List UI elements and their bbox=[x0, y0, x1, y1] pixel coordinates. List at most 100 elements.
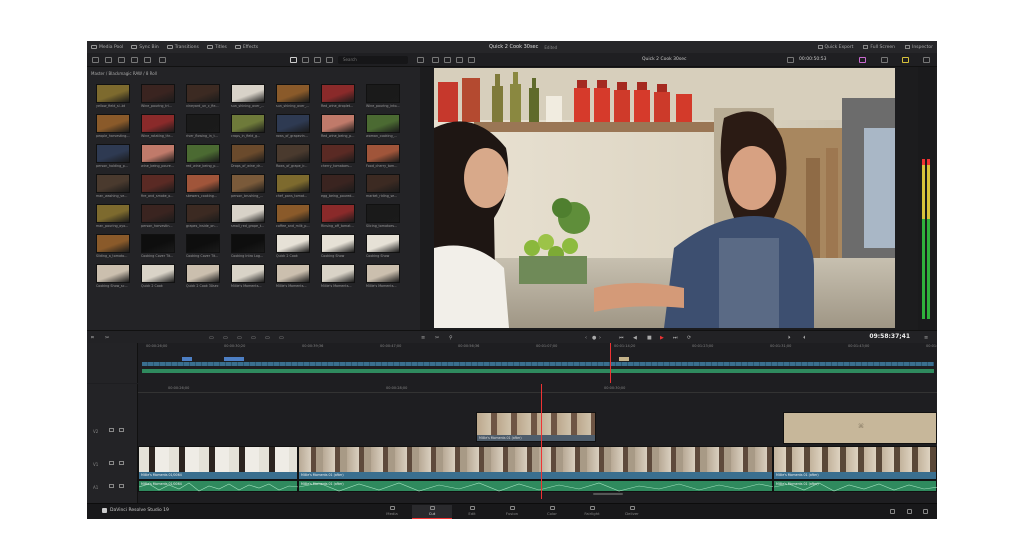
media-clip[interactable]: person_harvestin... bbox=[141, 204, 177, 232]
full-screen-button[interactable]: Full Screen bbox=[863, 45, 895, 50]
media-clip[interactable]: Quick 2 Cook bbox=[276, 234, 312, 262]
tab-titles[interactable]: Titles bbox=[206, 45, 227, 50]
tab-sync-bin[interactable]: Sync Bin bbox=[131, 45, 159, 50]
overview-playhead[interactable] bbox=[610, 343, 611, 383]
media-clip[interactable]: person_brushing_... bbox=[231, 174, 267, 202]
import-media-icon[interactable] bbox=[105, 57, 112, 63]
v2-clip[interactable]: Millie's Moments 01 (after) bbox=[476, 412, 596, 442]
media-clip[interactable]: small_red_grape_t... bbox=[231, 204, 267, 232]
media-clip[interactable]: Cooking Show bbox=[366, 234, 402, 262]
viewer-frame[interactable] bbox=[434, 68, 895, 328]
tab-effects[interactable]: Effects bbox=[234, 45, 258, 50]
close-up-icon[interactable]: ▭ bbox=[251, 335, 256, 341]
jog-right-icon[interactable]: › bbox=[599, 335, 601, 341]
media-clip[interactable]: Millie's Moments... bbox=[231, 264, 267, 292]
media-clip[interactable]: fire_and_smoke_o... bbox=[141, 174, 177, 202]
media-clip[interactable]: Wine_pouring_tri... bbox=[141, 84, 177, 112]
transform-icon[interactable] bbox=[881, 57, 888, 63]
disable-v2-icon[interactable] bbox=[119, 428, 124, 432]
media-clip[interactable]: Cooking Cover Tit... bbox=[141, 234, 177, 262]
media-clip[interactable]: Wine_pouring_into... bbox=[366, 84, 402, 112]
media-clip[interactable]: wine_being_poure... bbox=[141, 144, 177, 172]
media-clip[interactable]: Cooking Show bbox=[321, 234, 357, 262]
cinema-view-icon[interactable] bbox=[468, 57, 475, 63]
media-clip[interactable]: Millie's Moments... bbox=[366, 264, 402, 292]
media-clip[interactable]: Millie's Moments... bbox=[276, 264, 312, 292]
smart-insert-icon[interactable]: ▭ bbox=[209, 335, 214, 341]
timeline-playhead[interactable] bbox=[541, 384, 542, 499]
timeline-ruler[interactable]: 00:00:26;00 00:00:28;00 00:00:30;00 bbox=[138, 386, 937, 393]
media-clip[interactable]: sun_shining_over_... bbox=[231, 84, 267, 112]
media-clip[interactable]: Quick 2 Cook 30sec bbox=[186, 264, 222, 292]
media-clip[interactable]: Sliding_a_tomato... bbox=[96, 234, 132, 262]
tab-media-pool[interactable]: Media Pool bbox=[91, 45, 123, 50]
safe-area-icon[interactable]: ⌗ bbox=[91, 335, 94, 341]
jog-dot-icon[interactable]: ● bbox=[592, 335, 596, 341]
color-output-icon[interactable] bbox=[859, 57, 866, 63]
loop-icon[interactable]: ⟳ bbox=[687, 335, 691, 341]
stop-icon[interactable]: ■ bbox=[647, 335, 652, 341]
media-clip[interactable]: woman_cooking_... bbox=[366, 114, 402, 142]
media-clip[interactable]: person_holding_p... bbox=[96, 144, 132, 172]
media-clip[interactable]: market_riding_se... bbox=[366, 174, 402, 202]
media-clip[interactable]: red_wine_being_p... bbox=[186, 144, 222, 172]
media-clip[interactable]: sun_shining_over_... bbox=[276, 84, 312, 112]
a1-clip[interactable]: Millie's Moments 01 (after) bbox=[773, 480, 937, 492]
skip-forward-icon[interactable]: ⏭ bbox=[673, 335, 678, 341]
media-clip[interactable]: Slicing_tomatoes... bbox=[366, 204, 402, 232]
overview-video-clips[interactable] bbox=[142, 362, 934, 366]
media-clip[interactable]: Red_wine_being_p... bbox=[321, 114, 357, 142]
viewer-options-icon[interactable]: ≡ bbox=[924, 335, 928, 341]
page-cut[interactable]: Cut bbox=[412, 505, 452, 519]
page-color[interactable]: Color bbox=[532, 505, 572, 519]
media-clip[interactable]: man_pouring_oyo... bbox=[96, 204, 132, 232]
place-on-top-icon[interactable]: ▭ bbox=[265, 335, 270, 341]
media-clip[interactable]: Red_wine_droplet... bbox=[321, 84, 357, 112]
sort-icon[interactable] bbox=[326, 57, 333, 63]
media-clip[interactable]: Cooking Show_sc... bbox=[96, 264, 132, 292]
media-clip[interactable]: Rows_of_grape_ir... bbox=[276, 144, 312, 172]
lock-v2-icon[interactable] bbox=[109, 428, 114, 432]
ripple-overwrite-icon[interactable]: ▭ bbox=[237, 335, 242, 341]
v1-clip[interactable]: Millie's Moments 01/0064 bbox=[138, 446, 298, 480]
overview-title-clip[interactable] bbox=[224, 357, 244, 361]
media-clip[interactable]: vineyard_un_c_fie... bbox=[186, 84, 222, 112]
page-fairlight[interactable]: Fairlight bbox=[572, 505, 612, 519]
v2-title-clip[interactable]: ⌘ bbox=[783, 412, 937, 444]
page-edit[interactable]: Edit bbox=[452, 505, 492, 519]
media-clip[interactable]: crops_in_field_g... bbox=[231, 114, 267, 142]
zoom-icon[interactable]: ⚲ bbox=[449, 335, 453, 341]
skip-back-icon[interactable]: ⏮ bbox=[619, 335, 624, 341]
media-clip[interactable]: people_harvesting... bbox=[96, 114, 132, 142]
quick-export-button[interactable]: Quick Export bbox=[817, 45, 853, 50]
media-clip[interactable]: skewers_cooking... bbox=[186, 174, 222, 202]
metadata-view-icon[interactable] bbox=[314, 57, 321, 63]
append-icon[interactable]: ▭ bbox=[223, 335, 228, 341]
blade-icon[interactable]: ✂ bbox=[435, 335, 439, 341]
page-fusion[interactable]: Fusion bbox=[492, 505, 532, 519]
media-clip[interactable]: Wine_rotating_thr... bbox=[141, 114, 177, 142]
viewer-clip-name[interactable]: Quick 2 Cook 30sec bbox=[642, 56, 686, 64]
media-clip[interactable]: river_flowing_in_t... bbox=[186, 114, 222, 142]
media-clip[interactable]: grapes_inside_on... bbox=[186, 204, 222, 232]
media-clip[interactable]: egg_being_poured... bbox=[321, 174, 357, 202]
media-clip[interactable]: Cooking Intro Log... bbox=[231, 234, 267, 262]
lock-v1-icon[interactable] bbox=[109, 461, 114, 465]
overview-title-clip[interactable] bbox=[619, 357, 629, 361]
jog-left-icon[interactable]: ‹ bbox=[585, 335, 587, 341]
viewer-layout-icon[interactable] bbox=[432, 57, 439, 63]
v1-clip[interactable]: Millie's Moments 01 (after) bbox=[298, 446, 773, 480]
mark-in-icon[interactable]: ⏵ bbox=[788, 335, 791, 341]
timeline-scrollbar[interactable] bbox=[593, 493, 623, 495]
overview-video-track[interactable] bbox=[142, 357, 934, 366]
page-media[interactable]: Media bbox=[372, 505, 412, 519]
mute-a1-icon[interactable] bbox=[119, 484, 124, 488]
overview-audio-track[interactable] bbox=[142, 369, 934, 373]
play-reverse-icon[interactable]: ◀ bbox=[633, 335, 637, 341]
media-clip[interactable]: Cooking Cover Tit... bbox=[186, 234, 222, 262]
media-clip[interactable]: Millie's Moments... bbox=[321, 264, 357, 292]
link-icon[interactable] bbox=[144, 57, 151, 63]
sidebar-toggle-icon[interactable] bbox=[92, 57, 99, 63]
mark-out-icon[interactable]: ⏴ bbox=[803, 335, 806, 341]
more-options-icon[interactable] bbox=[417, 57, 424, 63]
